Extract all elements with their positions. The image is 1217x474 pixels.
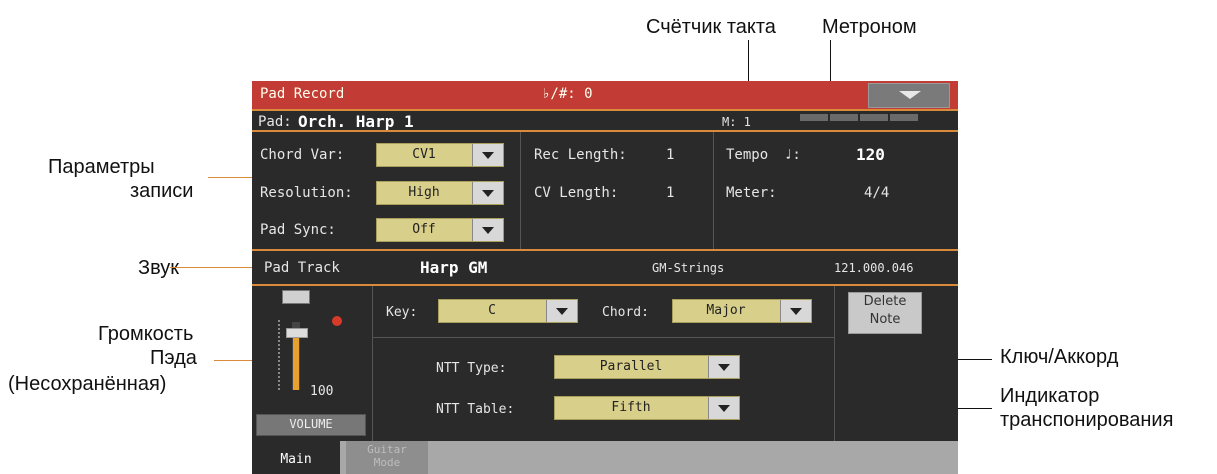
tempo-value[interactable]: 120 [856, 145, 885, 164]
key-signature: ♭/#: 0 [542, 86, 593, 102]
pad-sync-dropdown[interactable]: Off [376, 218, 504, 242]
volume-fader-track[interactable] [286, 322, 308, 390]
tab-main-label: Main [280, 452, 312, 467]
ntt-type-value: Parallel [599, 359, 663, 374]
sound-bank: GM-Strings [652, 261, 725, 275]
divider [252, 249, 958, 251]
meter-label: Meter: [726, 185, 777, 201]
column-divider [713, 132, 714, 249]
chord-var-value: CV1 [412, 147, 436, 162]
metronome-beat-4 [890, 114, 918, 121]
key-label: Key: [386, 305, 418, 320]
page-title: Pad Record [260, 86, 345, 102]
sound-name[interactable]: Harp GM [420, 258, 487, 277]
page-menu-button[interactable] [868, 83, 950, 108]
triangle-down-icon [899, 91, 921, 99]
resolution-dropdown[interactable]: High [376, 181, 504, 205]
chevron-down-icon [472, 219, 503, 241]
tempo-label: Tempo [726, 147, 769, 163]
pad-name[interactable]: Orch. Harp 1 [298, 112, 414, 131]
pad-sync-label: Pad Sync: [260, 222, 336, 238]
mute-solo-icon[interactable] [282, 290, 310, 304]
program-number: 121.000.046 [834, 261, 914, 275]
ntt-type-dropdown[interactable]: Parallel [554, 355, 740, 379]
column-divider [372, 286, 373, 441]
cv-length-value[interactable]: 1 [666, 185, 674, 201]
pad-record-screen: Pad Record ♭/#: 0 Pad: Orch. Harp 1 M: 1… [252, 81, 958, 474]
sound-line [170, 267, 254, 268]
divider [252, 109, 958, 111]
chord-var-dropdown[interactable]: CV1 [376, 143, 504, 167]
volume-fader-cap[interactable] [286, 328, 308, 338]
volume-callout-2: Пэда [150, 347, 197, 369]
rec-length-label: Rec Length: [534, 147, 627, 163]
volume-label: VOLUME [289, 417, 333, 431]
title-bar: Pad Record ♭/#: 0 [252, 81, 958, 109]
pad-sync-value: Off [412, 222, 436, 237]
ntt-type-label: NTT Type: [436, 361, 507, 376]
measure-counter: M: 1 [722, 115, 751, 129]
metronome-callout: Метроном [822, 16, 917, 38]
chevron-down-icon [472, 182, 503, 204]
chevron-down-icon [472, 144, 503, 166]
chord-label: Chord: [602, 305, 649, 320]
meter-value[interactable]: 4/4 [864, 185, 889, 201]
ntt-table-value: Fifth [611, 400, 651, 415]
volume-callout-1: Громкость [98, 323, 194, 345]
metronome-beat-3 [860, 114, 888, 121]
chevron-down-icon [708, 356, 739, 378]
rec-params-line [208, 177, 254, 178]
volume-value: 100 [310, 384, 334, 399]
key-chord-callout: Ключ/Аккорд [1000, 346, 1119, 368]
transpose-callout-2: транспонирования [1000, 409, 1174, 431]
cv-length-label: CV Length: [534, 185, 619, 201]
divider [373, 337, 834, 338]
quarter-note-icon: ♩: [784, 147, 801, 163]
transpose-callout-1: Индикатор [1000, 385, 1100, 407]
delete-note-button[interactable]: Delete Note [848, 292, 922, 334]
volume-callout-3: (Несохранённая) [8, 373, 167, 395]
divider [252, 130, 958, 132]
tab-guitar-mode[interactable]: Guitar Mode [346, 441, 428, 474]
sound-callout: Звук [138, 257, 180, 279]
metronome-beat-2 [830, 114, 858, 121]
tab-guitar-label-1: Guitar [367, 443, 407, 456]
rec-length-value[interactable]: 1 [666, 147, 674, 163]
tab-main[interactable]: Main [252, 441, 340, 474]
column-divider [520, 132, 521, 249]
volume-label-box: VOLUME [256, 414, 366, 436]
delete-note-label-1: Delete [863, 294, 907, 309]
key-dropdown[interactable]: C [438, 299, 578, 323]
volume-line [214, 360, 254, 361]
ntt-table-label: NTT Table: [436, 402, 515, 417]
resolution-value: High [408, 185, 440, 200]
delete-note-label-2: Note [869, 312, 901, 327]
bar-counter-callout: Счётчик такта [646, 16, 776, 38]
mixer-strip: 100 VOLUME [252, 286, 372, 441]
chord-var-label: Chord Var: [260, 147, 345, 163]
key-value: C [488, 303, 496, 318]
volume-fader-fill [293, 332, 299, 390]
chevron-down-icon [780, 300, 811, 322]
pad-track-label: Pad Track [264, 260, 340, 276]
tab-bar: Main Guitar Mode [252, 441, 958, 474]
chevron-down-icon [708, 397, 739, 419]
ntt-table-dropdown[interactable]: Fifth [554, 396, 740, 420]
column-divider [834, 286, 835, 441]
tab-guitar-label-2: Mode [373, 456, 401, 469]
metronome-beat-1 [800, 114, 828, 121]
pad-label: Pad: [258, 114, 292, 130]
chord-dropdown[interactable]: Major [672, 299, 812, 323]
record-led-icon [332, 316, 342, 326]
resolution-label: Resolution: [260, 185, 353, 201]
rec-params-callout-2: записи [130, 180, 194, 202]
chord-value: Major [706, 303, 746, 318]
chevron-down-icon [546, 300, 577, 322]
rec-params-callout-1: Параметры [48, 156, 155, 178]
